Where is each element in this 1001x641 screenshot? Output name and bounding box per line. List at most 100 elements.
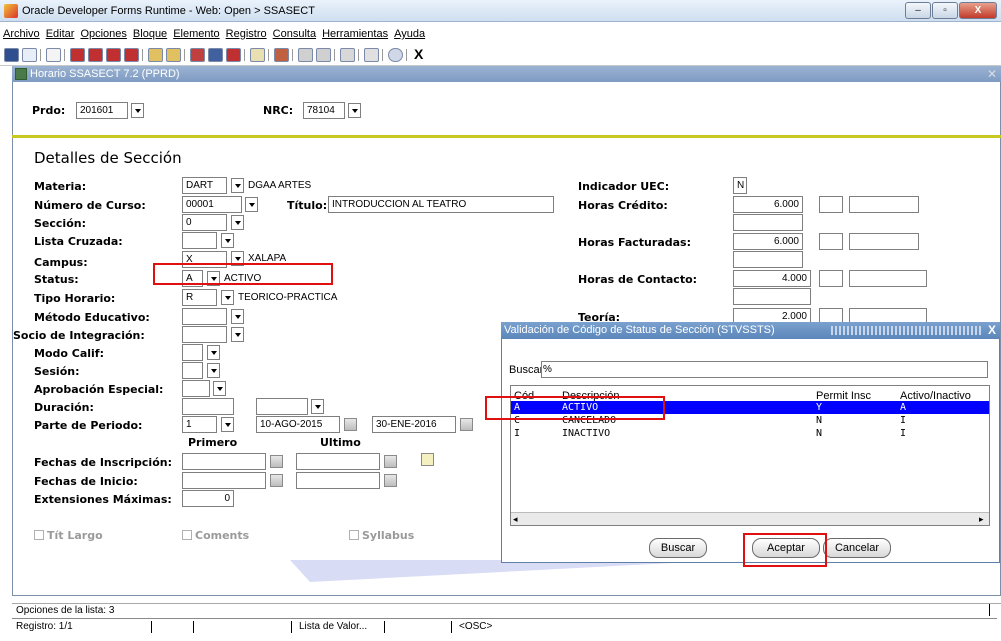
fecha-fin-periodo-field[interactable]: 30-ENE-2016 [372,416,456,433]
next-record-icon[interactable] [106,48,121,62]
menu-editar[interactable]: Editar [46,28,75,40]
syllabus-checkbox[interactable]: Syllabus [349,529,414,542]
horas-credito-field[interactable]: 6.000 [733,196,803,213]
calendar-icon[interactable] [270,474,283,487]
lock-record-icon[interactable] [250,48,265,62]
fecha-inicio-desde-field[interactable] [182,472,266,489]
clear-form-icon[interactable] [340,48,355,62]
lista-cruzada-dropdown-icon[interactable] [221,233,234,248]
horas-credito-max-field[interactable] [849,196,919,213]
fecha-insc-fin-field[interactable] [296,453,380,470]
uec-field[interactable]: N [733,177,747,194]
horas-facturadas-max-field[interactable] [849,233,919,250]
coments-checkbox[interactable]: Coments [182,529,249,542]
options-icon[interactable] [364,48,379,62]
scroll-left-icon[interactable]: ◂ [513,514,518,525]
lov-row[interactable]: I INACTIVO N I [511,428,989,440]
calendar-icon[interactable] [344,418,357,431]
notes-icon[interactable] [421,453,434,466]
metodo-field[interactable] [182,308,227,325]
sesion-dropdown-icon[interactable] [207,363,220,378]
execute-query-icon[interactable] [166,48,181,62]
tipo-horario-dropdown-icon[interactable] [221,290,234,305]
horas-contacto-ind-field[interactable] [819,270,843,287]
calendar-icon[interactable] [270,455,283,468]
socio-field[interactable] [182,326,227,343]
minimize-button[interactable]: – [905,2,931,19]
buscar-input[interactable]: % [541,361,988,378]
delete-record-icon[interactable] [226,48,241,62]
scroll-right-icon[interactable]: ▸ [979,514,984,525]
tit-largo-checkbox[interactable]: Tít Largo [34,529,103,542]
print-report-icon[interactable] [274,48,289,62]
horas-credito-ind-field[interactable] [819,196,843,213]
duplicate-record-icon[interactable] [208,48,223,62]
menu-herramientas[interactable]: Herramientas [322,28,388,40]
prdo-field[interactable]: 201601 [76,102,128,119]
modo-calif-dropdown-icon[interactable] [207,345,220,360]
close-window-button[interactable]: X [959,2,997,19]
menu-bloque[interactable]: Bloque [133,28,167,40]
lov-close-icon[interactable]: X [988,323,996,337]
exit-icon[interactable]: X [414,46,423,62]
metodo-dropdown-icon[interactable] [231,309,244,324]
aprobacion-field[interactable] [182,380,210,397]
fecha-inicio-hasta-field[interactable] [296,472,380,489]
buscar-button[interactable]: Buscar [649,538,707,558]
menu-ayuda[interactable]: Ayuda [394,28,425,40]
curso-dropdown-icon[interactable] [245,197,258,212]
titulo-field[interactable]: INTRODUCCION AL TEATRO [328,196,554,213]
lov-hscrollbar[interactable]: ◂ ▸ [511,512,989,525]
duracion-unit-field[interactable] [256,398,308,415]
help-icon[interactable] [388,48,403,62]
menu-elemento[interactable]: Elemento [173,28,219,40]
fecha-inicio-periodo-field[interactable]: 10-AGO-2015 [256,416,340,433]
print-icon[interactable] [46,48,61,62]
curso-field[interactable]: 00001 [182,196,242,213]
calendar-icon[interactable] [384,455,397,468]
maximize-button[interactable]: ▫ [932,2,958,19]
modo-calif-field[interactable] [182,344,203,361]
calendar-icon[interactable] [384,474,397,487]
form-close-icon[interactable]: ✕ [987,67,997,81]
tipo-horario-field[interactable]: R [182,289,217,306]
socio-dropdown-icon[interactable] [231,327,244,342]
first-record-icon[interactable] [70,48,85,62]
prev-record-icon[interactable] [88,48,103,62]
duracion-field[interactable] [182,398,234,415]
menu-archivo[interactable]: Archivo [3,28,40,40]
sesion-field[interactable] [182,362,203,379]
menu-opciones[interactable]: Opciones [80,28,126,40]
list-values-icon[interactable] [298,48,313,62]
edit-field-icon[interactable] [316,48,331,62]
aprobacion-dropdown-icon[interactable] [213,381,226,396]
horas-facturadas-extra-field[interactable] [733,251,803,268]
horas-facturadas-field[interactable]: 6.000 [733,233,803,250]
seccion-field[interactable]: 0 [182,214,227,231]
save-icon[interactable] [4,48,19,62]
menu-registro[interactable]: Registro [226,28,267,40]
materia-dropdown-icon[interactable] [231,178,244,193]
extensiones-field[interactable]: 0 [182,490,234,507]
materia-field[interactable]: DART [182,177,227,194]
horas-contacto-field[interactable]: 4.000 [733,270,811,287]
last-record-icon[interactable] [124,48,139,62]
lista-cruzada-field[interactable] [182,232,217,249]
prdo-dropdown-icon[interactable] [131,103,144,118]
horas-contacto-max-field[interactable] [849,270,927,287]
nrc-field[interactable]: 78104 [303,102,345,119]
undo-icon[interactable] [22,48,37,62]
horas-credito-extra-field[interactable] [733,214,803,231]
horas-facturadas-ind-field[interactable] [819,233,843,250]
cancelar-button[interactable]: Cancelar [823,538,891,558]
nrc-dropdown-icon[interactable] [348,103,361,118]
enter-query-icon[interactable] [148,48,163,62]
horas-contacto-extra-field[interactable] [733,288,811,305]
seccion-dropdown-icon[interactable] [231,215,244,230]
calendar-icon[interactable] [460,418,473,431]
duracion-dropdown-icon[interactable] [311,399,324,414]
parte-periodo-field[interactable]: 1 [182,416,217,433]
fecha-insc-inicio-field[interactable] [182,453,266,470]
menu-consulta[interactable]: Consulta [273,28,316,40]
insert-record-icon[interactable] [190,48,205,62]
